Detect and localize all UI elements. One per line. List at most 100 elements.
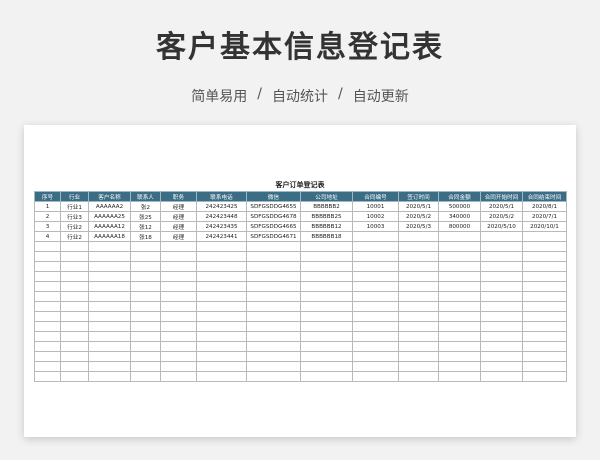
empty-cell[interactable] [246,251,301,262]
empty-cell[interactable] [352,291,399,302]
column-header[interactable]: 联系电话 [196,191,247,202]
empty-cell[interactable] [246,321,301,332]
empty-cell[interactable] [480,311,523,322]
empty-cell[interactable] [34,341,61,352]
table-cell[interactable]: BBBBBB25 [300,211,353,222]
empty-cell[interactable] [88,281,131,292]
empty-cell[interactable] [34,331,61,342]
column-header[interactable]: 合同开始时间 [480,191,523,202]
empty-cell[interactable] [438,251,481,262]
table-cell[interactable] [438,231,481,242]
empty-cell[interactable] [352,251,399,262]
table-cell[interactable]: AAAAAA18 [88,231,131,242]
empty-cell[interactable] [246,311,301,322]
table-cell[interactable]: 2020/5/1 [398,201,439,212]
empty-cell[interactable] [398,371,439,382]
empty-cell[interactable] [60,271,89,282]
empty-cell[interactable] [438,261,481,272]
table-cell[interactable]: 经理 [160,221,197,232]
empty-cell[interactable] [130,311,161,322]
empty-cell[interactable] [352,361,399,372]
table-cell[interactable]: BBBBBB2 [300,201,353,212]
empty-cell[interactable] [398,241,439,252]
empty-cell[interactable] [34,271,61,282]
empty-cell[interactable] [522,281,567,292]
table-cell[interactable]: 张18 [130,231,161,242]
table-cell[interactable]: 242423448 [196,211,247,222]
empty-cell[interactable] [480,301,523,312]
empty-cell[interactable] [130,251,161,262]
table-cell[interactable]: 340000 [438,211,481,222]
table-cell[interactable] [522,231,567,242]
empty-cell[interactable] [352,321,399,332]
empty-cell[interactable] [196,241,247,252]
empty-cell[interactable] [130,301,161,312]
empty-cell[interactable] [34,281,61,292]
table-cell[interactable] [352,231,399,242]
empty-cell[interactable] [480,321,523,332]
empty-cell[interactable] [480,271,523,282]
empty-cell[interactable] [398,351,439,362]
table-cell[interactable]: 经理 [160,211,197,222]
empty-cell[interactable] [300,291,353,302]
empty-cell[interactable] [88,311,131,322]
table-cell[interactable]: 行业2 [60,221,89,232]
empty-cell[interactable] [300,331,353,342]
empty-cell[interactable] [196,361,247,372]
empty-cell[interactable] [130,321,161,332]
empty-cell[interactable] [160,251,197,262]
empty-cell[interactable] [352,341,399,352]
table-cell[interactable]: 2020/5/3 [398,221,439,232]
empty-cell[interactable] [88,291,131,302]
empty-cell[interactable] [398,251,439,262]
column-header[interactable]: 联系人 [130,191,161,202]
empty-cell[interactable] [160,341,197,352]
empty-cell[interactable] [438,331,481,342]
empty-cell[interactable] [196,351,247,362]
empty-cell[interactable] [246,291,301,302]
empty-cell[interactable] [196,261,247,272]
empty-cell[interactable] [160,361,197,372]
empty-cell[interactable] [60,371,89,382]
empty-cell[interactable] [34,361,61,372]
empty-cell[interactable] [34,291,61,302]
empty-cell[interactable] [398,261,439,272]
table-cell[interactable]: 行业2 [60,231,89,242]
empty-cell[interactable] [160,321,197,332]
empty-cell[interactable] [196,321,247,332]
empty-cell[interactable] [160,311,197,322]
empty-cell[interactable] [398,291,439,302]
table-cell[interactable]: 张12 [130,221,161,232]
empty-cell[interactable] [34,261,61,272]
empty-cell[interactable] [246,351,301,362]
empty-cell[interactable] [522,371,567,382]
empty-cell[interactable] [438,311,481,322]
empty-cell[interactable] [60,291,89,302]
empty-cell[interactable] [352,281,399,292]
empty-cell[interactable] [60,281,89,292]
empty-cell[interactable] [480,361,523,372]
empty-cell[interactable] [88,361,131,372]
empty-cell[interactable] [352,271,399,282]
column-header[interactable]: 序号 [34,191,61,202]
table-cell[interactable]: AAAAAA12 [88,221,131,232]
empty-cell[interactable] [196,281,247,292]
table-cell[interactable]: 242423435 [196,221,247,232]
empty-cell[interactable] [34,251,61,262]
empty-cell[interactable] [300,241,353,252]
table-cell[interactable]: 张2 [130,201,161,212]
empty-cell[interactable] [300,351,353,362]
empty-cell[interactable] [398,281,439,292]
empty-cell[interactable] [438,371,481,382]
empty-cell[interactable] [438,271,481,282]
empty-cell[interactable] [480,241,523,252]
column-header[interactable]: 微信 [246,191,301,202]
empty-cell[interactable] [160,261,197,272]
empty-cell[interactable] [34,301,61,312]
table-cell[interactable]: SDFGSDDG4655 [246,201,301,212]
empty-cell[interactable] [60,311,89,322]
table-cell[interactable]: 10003 [352,221,399,232]
empty-cell[interactable] [196,341,247,352]
empty-cell[interactable] [130,341,161,352]
empty-cell[interactable] [160,271,197,282]
